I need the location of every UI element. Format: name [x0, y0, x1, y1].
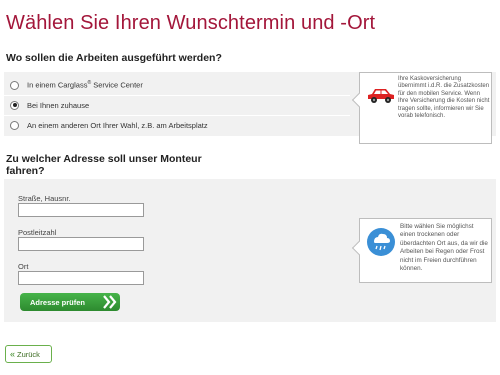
radio-at-home[interactable]: [10, 100, 19, 110]
radio-other-location[interactable]: [10, 120, 19, 130]
street-label: Straße, Hausnr.: [18, 194, 71, 203]
option-other-location[interactable]: An einem anderen Ort Ihrer Wahl, z.B. am…: [4, 115, 208, 135]
back-button[interactable]: « Zurück: [5, 345, 52, 363]
rain-cloud-icon: [367, 228, 395, 256]
check-address-label: Adresse prüfen: [30, 297, 86, 307]
radio-service-center[interactable]: [10, 80, 19, 90]
zip-label: Postleitzahl: [18, 228, 57, 237]
option-at-home[interactable]: Bei Ihnen zuhause: [4, 95, 89, 115]
red-car-icon: [368, 89, 394, 103]
double-chevron-left-icon: «: [10, 348, 16, 359]
page-title: Wählen Sie Ihren Wunschtermin und -Ort: [6, 12, 376, 34]
check-address-button[interactable]: Adresse prüfen: [20, 293, 120, 311]
option-label[interactable]: Bei Ihnen zuhause: [27, 101, 89, 110]
street-input[interactable]: [18, 203, 144, 217]
city-label: Ort: [18, 262, 29, 271]
weather-info-box: Bitte wählen Sie möglichst einen trocken…: [351, 218, 492, 283]
weather-info-text: Bitte wählen Sie möglichst einen trocken…: [400, 223, 488, 273]
double-chevron-right-icon: [103, 295, 117, 309]
option-service-center[interactable]: In einem Carglass® Service Center: [4, 75, 143, 95]
city-input[interactable]: [18, 271, 144, 285]
insurance-info-text: Ihre Kaskoversicherung übernimmt i.d.R. …: [398, 76, 490, 120]
insurance-info-box: Ihre Kaskoversicherung übernimmt i.d.R. …: [351, 72, 492, 144]
location-question: Wo sollen die Arbeiten ausgeführt werden…: [6, 52, 222, 64]
address-question: Zu welcher Adresse soll unser Monteur fa…: [6, 153, 202, 177]
option-label[interactable]: In einem Carglass® Service Center: [27, 80, 143, 90]
zip-input[interactable]: [18, 237, 144, 251]
option-label[interactable]: An einem anderen Ort Ihrer Wahl, z.B. am…: [27, 121, 208, 130]
back-button-label: Zurück: [17, 349, 40, 359]
